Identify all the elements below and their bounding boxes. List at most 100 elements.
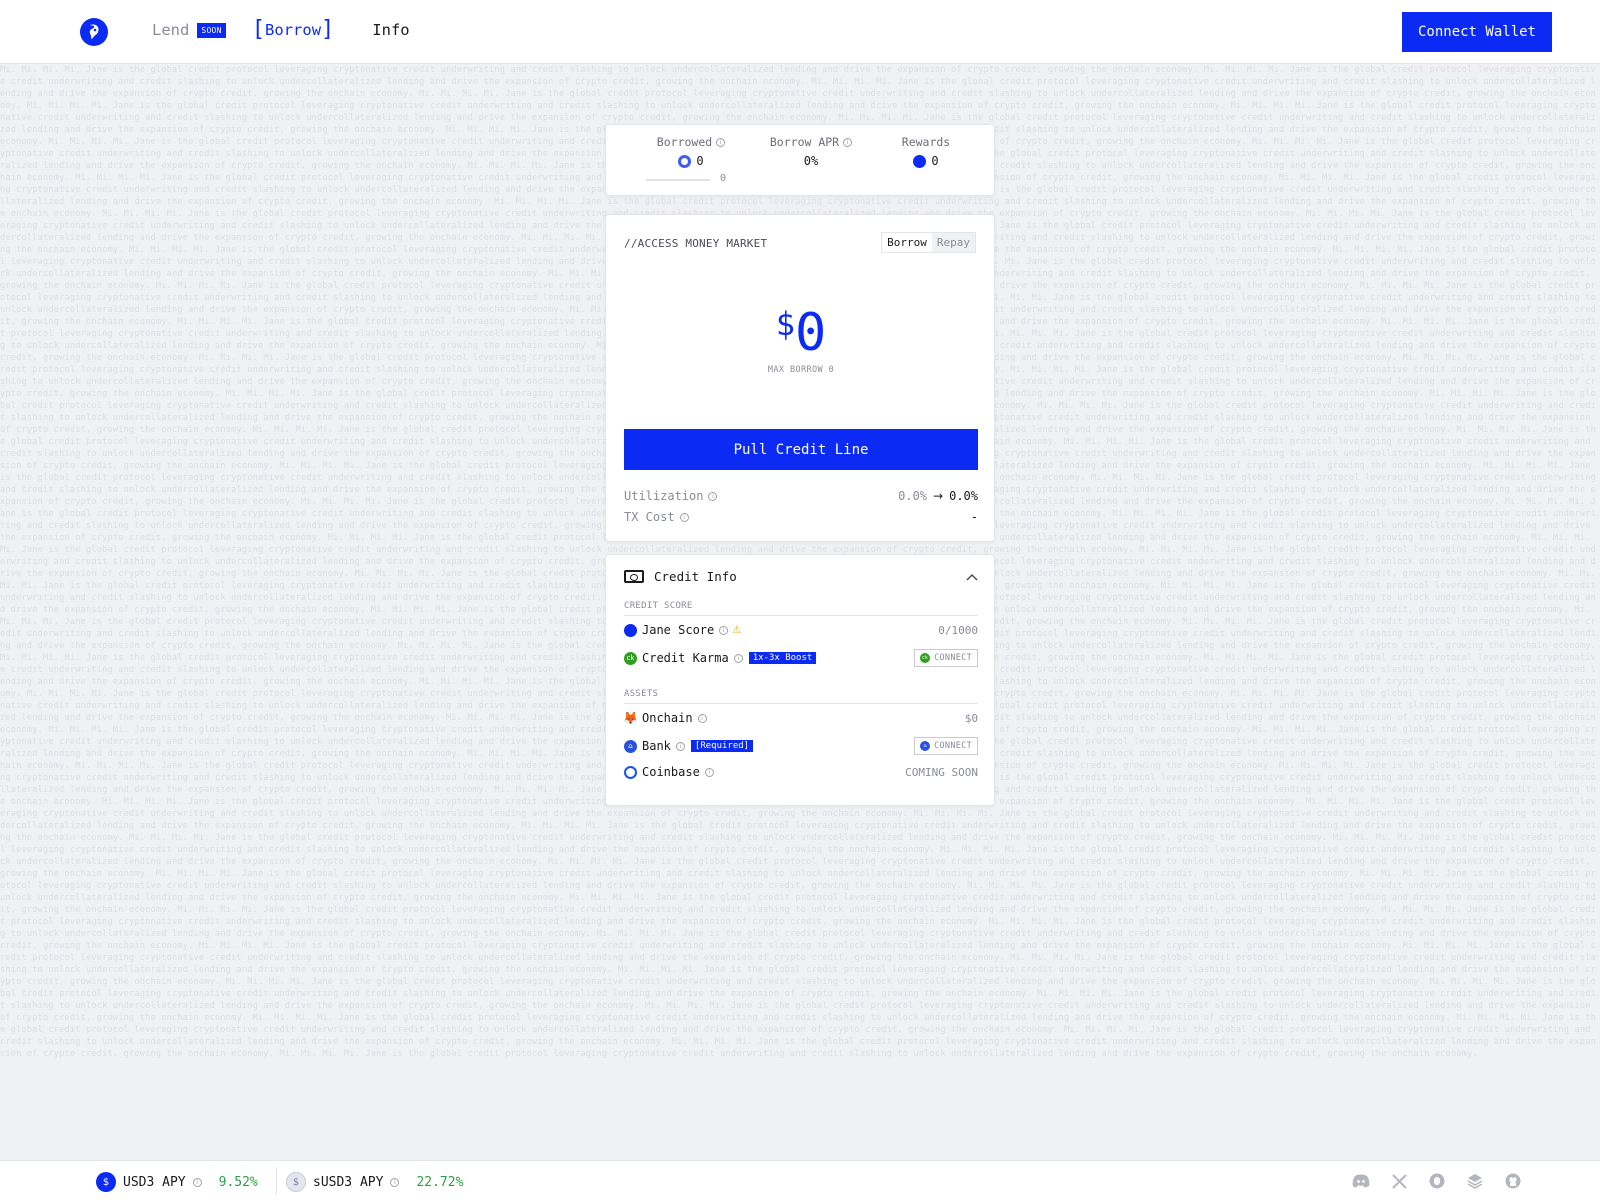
info-icon[interactable]: i	[192, 1177, 202, 1187]
metamask-fox-icon: 🦊	[623, 711, 638, 725]
coinbase-status: COMING SOON	[905, 765, 978, 779]
utilization-row: Utilization i 0.0% → 0.0%	[624, 489, 978, 503]
info-icon[interactable]: i	[716, 137, 726, 147]
credit-info-header[interactable]: Credit Info	[624, 569, 978, 584]
susd3-coin-icon: $	[286, 1172, 306, 1192]
nav-lend[interactable]: Lend	[152, 21, 189, 39]
coinbase-label: Coinbase	[642, 765, 700, 779]
assets-section-title: ASSETS	[624, 689, 978, 704]
susd3-apy: $ sUSD3 APY i 22.72%	[286, 1172, 463, 1192]
jane-logo-icon[interactable]	[80, 18, 108, 46]
jane-token-icon	[624, 623, 637, 637]
borrowed-stat: Borrowed i 0	[646, 135, 736, 168]
money-market-title: //ACCESS MONEY MARKET	[624, 237, 768, 250]
onchain-value: $0	[964, 711, 978, 725]
soon-badge: SOON	[197, 22, 226, 38]
credit-karma-row: ck Credit Karma i 1x-3x Boost ck CONNECT	[624, 649, 978, 667]
rewards-label: Rewards	[901, 135, 951, 149]
borrowed-progress-bar	[646, 179, 710, 181]
utilization-current: 0.0%	[898, 489, 928, 503]
borrow-apr-label: Borrow APR	[769, 135, 840, 149]
boost-tag: 1x-3x Boost	[748, 652, 817, 664]
currency-symbol: $	[775, 305, 795, 343]
bank-label: Bank	[642, 739, 671, 753]
info-icon[interactable]: i	[708, 491, 718, 501]
github-icon[interactable]	[1504, 1172, 1522, 1190]
divider	[276, 1167, 277, 1195]
usdc-coin-icon	[678, 154, 692, 168]
info-icon[interactable]: i	[675, 741, 685, 751]
utilization-label: Utilization	[624, 489, 704, 503]
borrow-repay-toggle: Borrow Repay	[881, 232, 976, 253]
connect-wallet-button[interactable]: Connect Wallet	[1402, 12, 1552, 52]
jane-score-row: Jane Score i ⚠ 0/1000	[624, 623, 978, 637]
borrow-stats-card: Borrowed i 0 0 Borrow APR i 0% Rewards 0	[605, 124, 995, 196]
credit-karma-connect-button[interactable]: ck CONNECT	[914, 649, 978, 667]
nav-borrow[interactable]: [Borrow]	[252, 19, 335, 41]
jane-token-icon	[913, 154, 927, 168]
social-links	[1352, 1172, 1522, 1190]
tx-cost-row: TX Cost i -	[624, 510, 978, 524]
credit-karma-icon: ck	[920, 653, 931, 663]
usd3-apy-value: 9.52%	[218, 1174, 258, 1190]
info-icon[interactable]: i	[843, 137, 853, 147]
coinbase-row: Coinbase i COMING SOON	[624, 765, 978, 779]
utilization-new: 0.0%	[949, 489, 978, 503]
susd3-apy-value: 22.72%	[416, 1174, 464, 1190]
borrowed-value: 0	[696, 154, 704, 168]
jane-score-value: 0/1000	[938, 623, 978, 637]
discord-icon[interactable]	[1352, 1172, 1370, 1190]
susd3-apy-label: sUSD3 APY	[313, 1174, 384, 1190]
bank-row: ⌂ Bank i [Required] ⌂ CONNECT	[624, 737, 978, 755]
nav-info[interactable]: Info	[372, 21, 409, 39]
borrow-amount-value: 0	[794, 303, 827, 363]
nav-borrow-label: Borrow	[265, 21, 322, 39]
bank-icon: ⌂	[624, 739, 637, 753]
tab-borrow[interactable]: Borrow	[882, 233, 932, 252]
footer-bar: $ USD3 APY i 9.52% $ sUSD3 APY i 22.72%	[0, 1160, 1600, 1200]
mirror-icon[interactable]	[1428, 1172, 1446, 1190]
coinbase-icon	[624, 765, 637, 779]
chevron-up-icon[interactable]	[966, 570, 978, 584]
jane-score-label: Jane Score	[642, 623, 715, 637]
usd3-apy: $ USD3 APY i 9.52%	[96, 1172, 258, 1192]
borrowed-label: Borrowed	[656, 135, 713, 149]
tab-repay[interactable]: Repay	[932, 233, 975, 252]
credit-info-title: Credit Info	[654, 569, 737, 584]
wallet-icon	[624, 570, 644, 583]
x-icon[interactable]	[1390, 1172, 1408, 1190]
credit-info-card: Credit Info CREDIT SCORE Jane Score i ⚠ …	[605, 554, 995, 806]
info-icon[interactable]: i	[719, 625, 729, 635]
info-icon[interactable]: i	[704, 767, 714, 777]
max-borrow-label[interactable]: MAX BORROW 0	[606, 365, 996, 375]
top-navbar: Lend SOON [Borrow] Info Connect Wallet	[0, 0, 1600, 64]
borrow-amount-input[interactable]: $0	[606, 303, 996, 363]
borrowed-limit: 0	[720, 173, 727, 184]
tx-cost-value: -	[970, 510, 978, 524]
bank-icon: ⌂	[920, 741, 931, 751]
required-tag: [Required]	[690, 740, 754, 752]
credit-score-section-title: CREDIT SCORE	[624, 601, 978, 616]
credit-karma-icon: ck	[624, 651, 637, 665]
arrow-right-icon: →	[933, 489, 944, 503]
bank-connect-button[interactable]: ⌂ CONNECT	[914, 737, 978, 755]
main-nav: Lend SOON [Borrow] Info	[152, 19, 410, 41]
info-icon[interactable]: i	[390, 1177, 400, 1187]
borrow-apr-value: 0%	[803, 154, 819, 168]
info-icon[interactable]: i	[679, 512, 689, 522]
money-market-card: //ACCESS MONEY MARKET Borrow Repay $0 MA…	[605, 214, 995, 542]
tx-cost-label: TX Cost	[624, 510, 675, 524]
rewards-value: 0	[931, 154, 939, 168]
pull-credit-line-button[interactable]: Pull Credit Line	[624, 429, 978, 470]
connect-label: CONNECT	[934, 653, 972, 663]
rewards-stat: Rewards 0	[886, 135, 966, 168]
credit-karma-label: Credit Karma	[642, 651, 729, 665]
docs-icon[interactable]	[1466, 1172, 1484, 1190]
usd3-apy-label: USD3 APY	[123, 1174, 186, 1190]
usd3-coin-icon: $	[96, 1172, 116, 1192]
connect-label: CONNECT	[934, 741, 972, 751]
borrow-apr-stat: Borrow APR i 0%	[756, 135, 866, 168]
info-icon[interactable]: i	[733, 653, 743, 663]
onchain-label: Onchain	[642, 711, 693, 725]
info-icon[interactable]: i	[697, 713, 707, 723]
